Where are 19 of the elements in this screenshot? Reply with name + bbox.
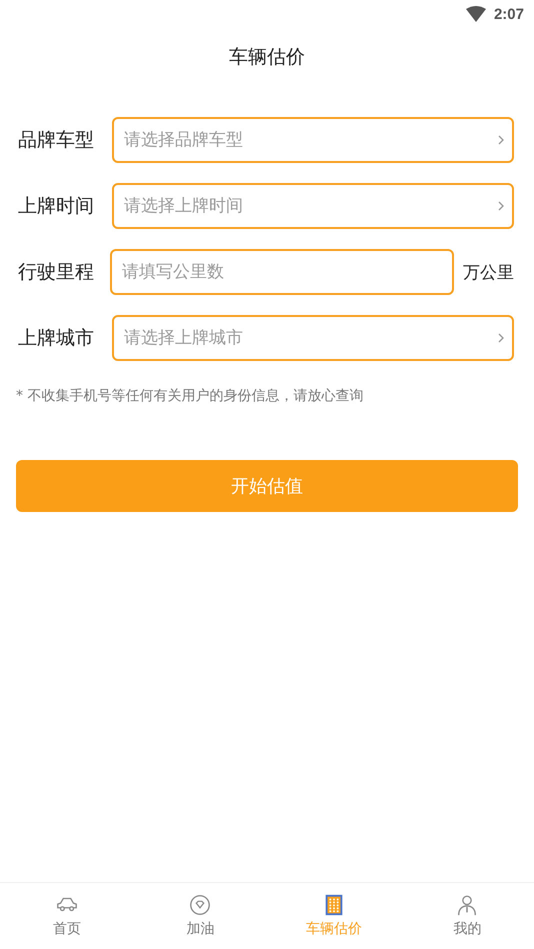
tab[interactable]: 我的 bbox=[400, 883, 534, 949]
chevron-right-icon bbox=[497, 332, 505, 344]
field-label: 上牌城市 bbox=[18, 326, 95, 351]
page-title: 车辆估价 bbox=[228, 45, 306, 70]
field-label: 品牌车型 bbox=[18, 128, 95, 153]
field-label: 上牌时间 bbox=[18, 194, 95, 219]
status-time: 2:07 bbox=[494, 6, 524, 22]
input-field[interactable]: 请填写公里数 bbox=[110, 249, 454, 295]
select-field[interactable]: 请选择上牌时间 bbox=[112, 183, 514, 229]
select-field[interactable]: 请选择上牌城市 bbox=[112, 315, 514, 361]
select-field[interactable]: 请选择品牌车型 bbox=[112, 117, 514, 163]
tab[interactable]: 首页 bbox=[0, 883, 134, 949]
field-label: 行驶里程 bbox=[18, 260, 95, 285]
chevron-right-icon bbox=[497, 200, 505, 212]
chevron-right-icon bbox=[497, 134, 505, 146]
privacy-note: * 不收集手机号等任何有关用户的身份信息，请放心查询 bbox=[16, 387, 364, 405]
tab[interactable]: 加油 bbox=[134, 883, 267, 949]
unit-label: 万公里 bbox=[463, 262, 514, 284]
wifi-icon bbox=[466, 6, 486, 22]
